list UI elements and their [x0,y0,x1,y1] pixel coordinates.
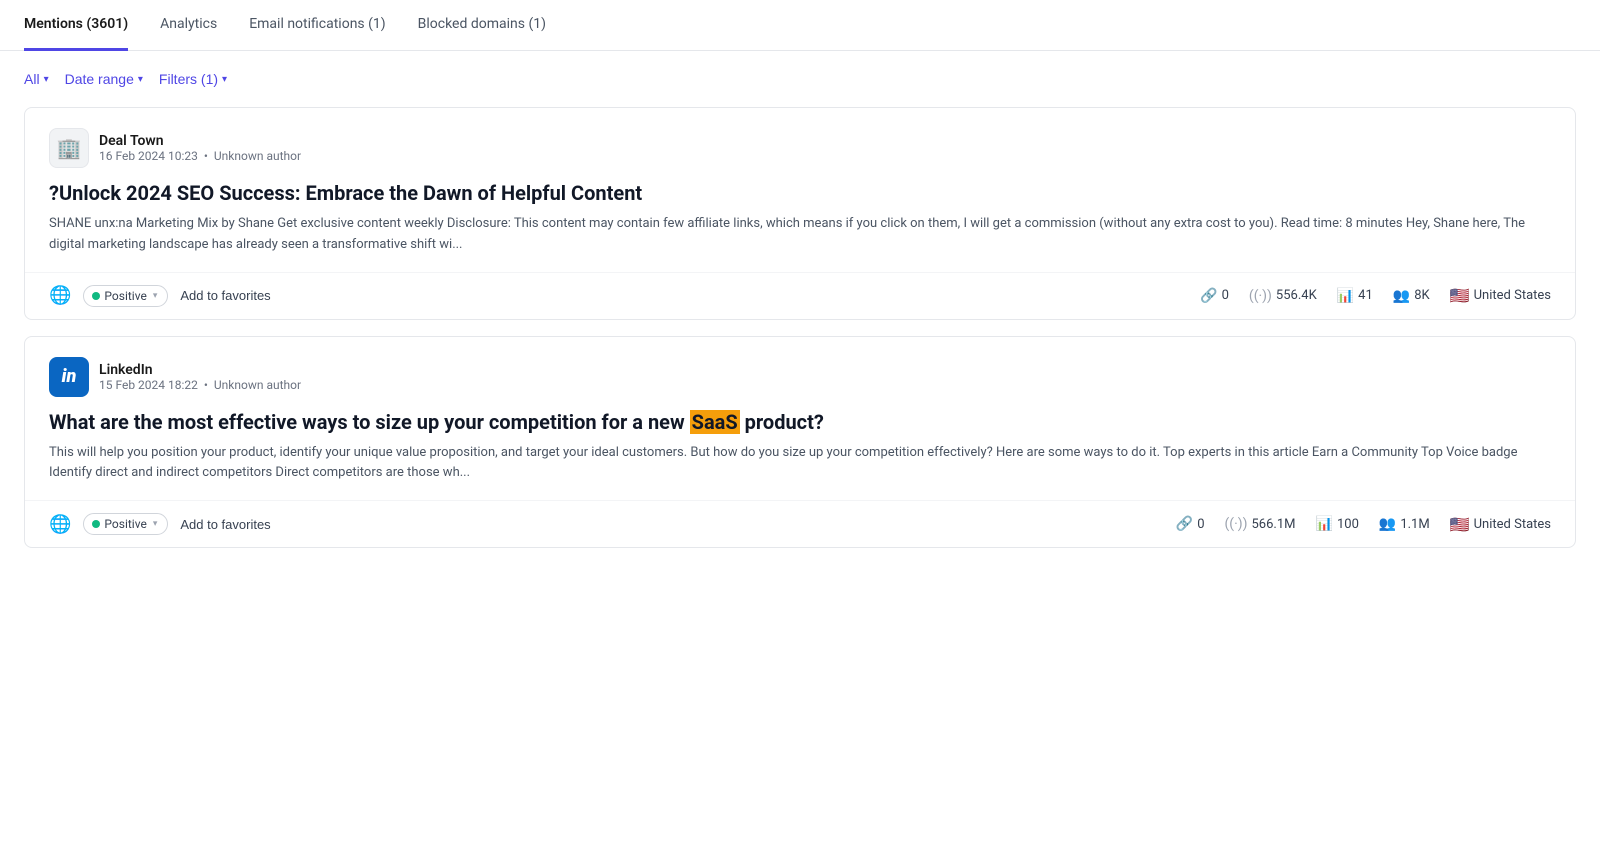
card-footer: 🌐 Positive ▾ Add to favorites 🔗 0 ((·)) … [25,500,1575,547]
source-logo: 🏢 [49,128,89,168]
card-title[interactable]: What are the most effective ways to size… [49,409,1551,435]
sentiment-badge[interactable]: Positive ▾ [83,513,168,535]
flag-icon: 🇺🇸 [1450,286,1470,305]
filters-bar: All ▾ Date range ▾ Filters (1) ▾ [0,51,1600,107]
followers-stat: 👥 8K [1393,288,1430,304]
tab-blocked-domains[interactable]: Blocked domains (1) [418,0,546,51]
globe-icon: 🌐 [49,514,71,535]
filters-button[interactable]: Filters (1) ▾ [159,67,227,91]
source-name: LinkedIn [99,362,301,378]
card-body: in LinkedIn 15 Feb 2024 18:22 • Unknown … [25,337,1575,501]
tab-analytics[interactable]: Analytics [160,0,217,51]
signal-icon: ((·)) [1249,288,1272,304]
mention-card: in LinkedIn 15 Feb 2024 18:22 • Unknown … [24,336,1576,549]
country-stat: 🇺🇸 United States [1450,515,1551,534]
bar-chart-icon: 📊 [1337,288,1354,304]
signal-icon: ((·)) [1225,516,1248,532]
country-name: United States [1474,517,1551,532]
links-stat: 🔗 0 [1176,516,1205,532]
followers-stat: 👥 1.1M [1379,516,1430,532]
link-icon: 🔗 [1200,288,1217,304]
tabs-bar: Mentions (3601) Analytics Email notifica… [0,0,1600,51]
all-filter[interactable]: All ▾ [24,67,49,91]
card-excerpt: This will help you position your product… [49,443,1551,485]
chevron-down-icon: ▾ [222,74,227,85]
sentiment-badge[interactable]: Positive ▾ [83,285,168,307]
source-name: Deal Town [99,133,301,149]
chevron-down-icon: ▾ [153,519,158,529]
reach-stat: ((·)) 556.4K [1249,288,1317,304]
footer-stats: 🔗 0 ((·)) 566.1M 📊 100 👥 1.1M 🇺🇸 [1176,515,1551,534]
chevron-down-icon: ▾ [44,74,49,85]
sentiment-dot [92,520,100,528]
bar-chart-icon: 📊 [1316,516,1333,532]
links-stat: 🔗 0 [1200,288,1229,304]
source-meta: LinkedIn 15 Feb 2024 18:22 • Unknown aut… [99,362,301,392]
source-date: 15 Feb 2024 18:22 • Unknown author [99,378,301,392]
score-stat: 📊 41 [1337,288,1373,304]
highlighted-word: SaaS [690,410,740,434]
source-logo: in [49,357,89,397]
card-footer: 🌐 Positive ▾ Add to favorites 🔗 0 ((·)) … [25,272,1575,319]
followers-icon: 👥 [1379,516,1396,532]
card-source: 🏢 Deal Town 16 Feb 2024 10:23 • Unknown … [49,128,1551,168]
linkedin-icon: in [62,366,77,387]
card-body: 🏢 Deal Town 16 Feb 2024 10:23 • Unknown … [25,108,1575,272]
chevron-down-icon: ▾ [138,74,143,85]
tab-email-notifications[interactable]: Email notifications (1) [249,0,385,51]
add-to-favorites-button[interactable]: Add to favorites [180,517,270,532]
card-title[interactable]: ?Unlock 2024 SEO Success: Embrace the Da… [49,180,1551,206]
date-range-filter[interactable]: Date range ▾ [65,67,143,91]
flag-icon: 🇺🇸 [1450,515,1470,534]
source-date: 16 Feb 2024 10:23 • Unknown author [99,149,301,163]
mention-card: 🏢 Deal Town 16 Feb 2024 10:23 • Unknown … [24,107,1576,320]
country-stat: 🇺🇸 United States [1450,286,1551,305]
mentions-list: 🏢 Deal Town 16 Feb 2024 10:23 • Unknown … [0,107,1600,548]
card-excerpt: SHANE unx:na Marketing Mix by Shane Get … [49,214,1551,256]
followers-icon: 👥 [1393,288,1410,304]
building-icon: 🏢 [57,136,82,160]
source-meta: Deal Town 16 Feb 2024 10:23 • Unknown au… [99,133,301,163]
country-name: United States [1474,288,1551,303]
chevron-down-icon: ▾ [153,291,158,301]
tab-mentions[interactable]: Mentions (3601) [24,0,128,51]
add-to-favorites-button[interactable]: Add to favorites [180,288,270,303]
footer-stats: 🔗 0 ((·)) 556.4K 📊 41 👥 8K 🇺🇸 Uni [1200,286,1551,305]
link-icon: 🔗 [1176,516,1193,532]
sentiment-dot [92,292,100,300]
globe-icon: 🌐 [49,285,71,306]
card-source: in LinkedIn 15 Feb 2024 18:22 • Unknown … [49,357,1551,397]
score-stat: 📊 100 [1316,516,1359,532]
reach-stat: ((·)) 566.1M [1225,516,1296,532]
